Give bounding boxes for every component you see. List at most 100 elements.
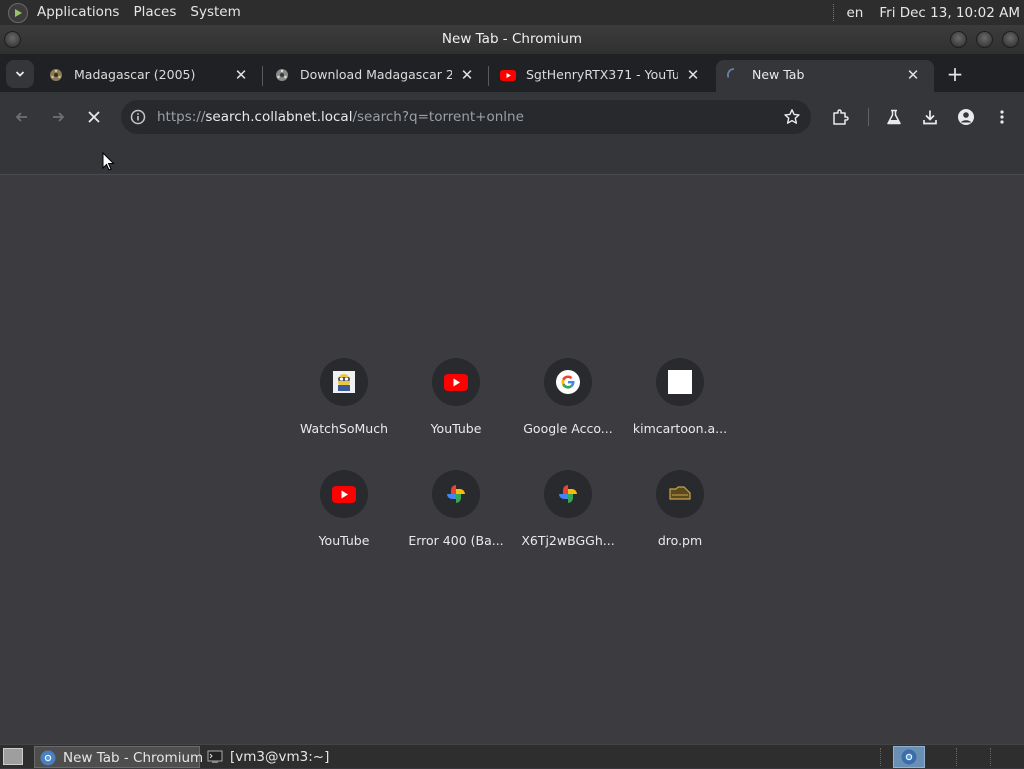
maximize-button[interactable]: [976, 31, 993, 48]
system-logo-icon[interactable]: [8, 2, 28, 23]
close-window-button[interactable]: [1002, 31, 1019, 48]
stop-loading-button[interactable]: [80, 103, 108, 131]
system-menu[interactable]: System: [183, 0, 247, 25]
system-tray: en Fri Dec 13, 10:02 AM: [833, 4, 1024, 21]
site-info-icon[interactable]: [129, 108, 147, 126]
close-icon: [88, 111, 100, 123]
shortcut-tile[interactable]: Google Acco...: [512, 358, 624, 468]
window-menu-button[interactable]: [4, 31, 21, 48]
applications-menu[interactable]: Applications: [30, 0, 126, 25]
mouse-cursor-icon: [102, 152, 115, 171]
shortcut-label: X6Tj2wBGGh...: [521, 533, 615, 548]
arrow-right-icon: [53, 112, 65, 122]
tab-new-tab[interactable]: New Tab ✕: [716, 60, 934, 92]
url-text[interactable]: https://search.collabnet.local/search?q=…: [157, 100, 524, 134]
profile-button[interactable]: [952, 103, 980, 131]
bookmarks-bar: [0, 142, 1024, 175]
blank-page-icon: [668, 370, 692, 394]
forward-button[interactable]: [44, 103, 72, 131]
watchsomuch-icon: [333, 371, 355, 393]
keyboard-layout-indicator[interactable]: en: [846, 5, 863, 21]
new-tab-button[interactable]: +: [942, 63, 968, 87]
minimize-button[interactable]: [950, 31, 967, 48]
tray-separator: [990, 748, 991, 766]
clock[interactable]: Fri Dec 13, 10:02 AM: [879, 5, 1020, 21]
close-tab-icon[interactable]: ✕: [232, 66, 250, 84]
toolbar-separator: [868, 108, 869, 126]
window-titlebar[interactable]: New Tab - Chromium: [0, 25, 1024, 54]
shortcut-label: YouTube: [430, 421, 482, 436]
close-tab-icon[interactable]: ✕: [458, 66, 476, 84]
tab-title: Madagascar (2005): [74, 67, 196, 82]
bottom-taskbar: New Tab - Chromium [vm3@vm3:~]: [0, 744, 1024, 768]
youtube-icon: [500, 70, 516, 81]
tab-strip: Madagascar (2005) ✕ Download Madagascar …: [0, 54, 1024, 92]
shortcut-icon-circle: [656, 358, 704, 406]
tab-divider: [488, 66, 489, 86]
shortcut-label: WatchSoMuch: [299, 421, 388, 436]
terminal-icon: [207, 750, 223, 763]
film-reel-icon: [50, 69, 62, 81]
url-host: search.collabnet.local: [205, 109, 353, 125]
shortcut-icon-circle: [544, 358, 592, 406]
google-icon: [556, 370, 580, 394]
shortcut-label: kimcartoon.a...: [632, 421, 728, 436]
shortcut-label: YouTube: [318, 533, 370, 548]
shortcut-tile[interactable]: dro.pm: [624, 470, 736, 580]
system-top-panel: Applications Places System en Fri Dec 13…: [0, 0, 1024, 25]
flask-icon: [887, 109, 901, 125]
shortcut-tile[interactable]: Error 400 (Ba...: [400, 470, 512, 580]
bookmark-star-icon[interactable]: [783, 108, 801, 126]
youtube-icon: [332, 485, 356, 503]
shortcut-icon-circle: [544, 470, 592, 518]
google-photos-icon: [559, 485, 577, 503]
panel-separator: [833, 4, 835, 21]
shortcut-icon-circle: [656, 470, 704, 518]
chromium-icon: [901, 749, 917, 765]
url-scheme: https://: [157, 109, 206, 125]
shortcut-tile[interactable]: kimcartoon.a...: [624, 358, 736, 468]
tray-separator: [956, 748, 957, 766]
taskbar-item-chromium[interactable]: New Tab - Chromium: [34, 746, 204, 768]
taskbar-item-label: New Tab - Chromium: [63, 750, 204, 766]
menu-button[interactable]: [988, 103, 1016, 131]
places-menu[interactable]: Places: [126, 0, 183, 25]
shortcut-tile[interactable]: YouTube: [288, 470, 400, 580]
downloads-button[interactable]: [916, 103, 944, 131]
show-desktop-button[interactable]: [3, 748, 23, 765]
person-icon: [958, 109, 974, 125]
workspace-switcher[interactable]: [893, 746, 925, 768]
labs-button[interactable]: [880, 103, 908, 131]
new-tab-page: WatchSoMuch YouTube Google Acco... kimca…: [0, 175, 1024, 744]
close-tab-icon[interactable]: ✕: [904, 66, 922, 84]
shortcut-tile[interactable]: YouTube: [400, 358, 512, 468]
tab-youtube-channel[interactable]: SgtHenryRTX371 - YouTube ✕: [490, 60, 714, 92]
youtube-icon: [444, 373, 468, 391]
back-button[interactable]: [8, 103, 36, 131]
shortcut-label: Error 400 (Ba...: [408, 533, 504, 548]
chromium-icon: [40, 750, 56, 766]
window-title: New Tab - Chromium: [441, 31, 583, 47]
url-path: /search?q=torrent+onlne: [352, 109, 524, 125]
three-dots-vertical-icon: [1000, 110, 1004, 124]
tab-download-madagascar[interactable]: Download Madagascar 2005 ✕: [264, 60, 488, 92]
extensions-button[interactable]: [826, 103, 854, 131]
shortcut-tile[interactable]: WatchSoMuch: [288, 358, 400, 468]
tab-title: Download Madagascar 2005: [300, 67, 452, 82]
taskbar-item-terminal[interactable]: [vm3@vm3:~]: [202, 746, 352, 768]
shortcut-label: dro.pm: [657, 533, 703, 548]
tab-title: New Tab: [752, 67, 805, 82]
address-bar[interactable]: https://search.collabnet.local/search?q=…: [121, 100, 811, 134]
browser-toolbar: https://search.collabnet.local/search?q=…: [0, 92, 1024, 142]
shortcut-icon-circle: [432, 358, 480, 406]
tab-divider: [262, 66, 263, 86]
shortcut-icon-circle: [432, 470, 480, 518]
taskbar-item-label: [vm3@vm3:~]: [230, 749, 330, 765]
tab-madagascar[interactable]: Madagascar (2005) ✕: [38, 60, 262, 92]
shortcut-tile[interactable]: X6Tj2wBGGh...: [512, 470, 624, 580]
tab-search-button[interactable]: [6, 60, 34, 88]
tray-separator: [880, 748, 881, 766]
tab-title: SgtHenryRTX371 - YouTube: [526, 67, 678, 82]
close-tab-icon[interactable]: ✕: [684, 66, 702, 84]
film-reel-icon: [276, 69, 288, 81]
